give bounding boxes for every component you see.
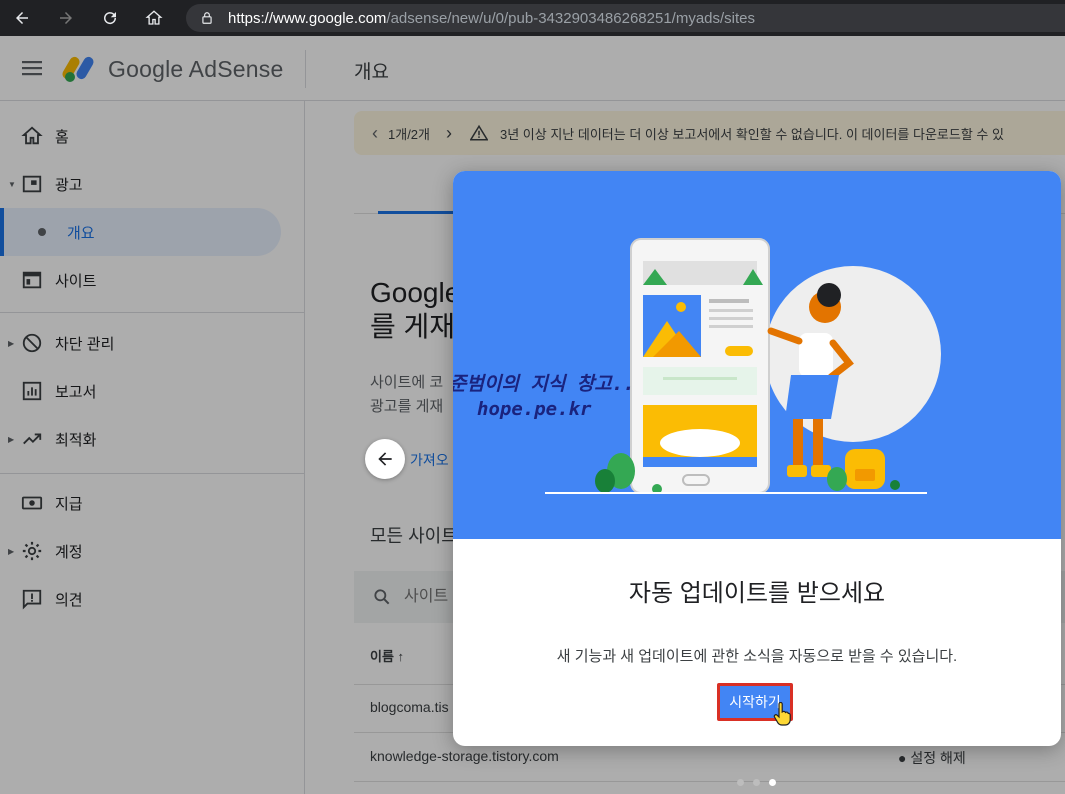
slide-pager	[737, 779, 776, 786]
phone-woman-illustration-icon	[545, 238, 941, 494]
arrow-left-icon	[378, 452, 392, 466]
browser-toolbar: https://www.google.com/adsense/new/u/0/p…	[0, 0, 1065, 36]
dialog-title: 자동 업데이트를 받으세요	[628, 580, 886, 607]
pager-dot[interactable]	[737, 779, 744, 786]
watermark-line2: hope.pe.kr	[477, 398, 592, 420]
modal-scrim-header	[0, 36, 1065, 101]
url-path: /adsense/new/u/0/pub-3432903486268251/my…	[386, 9, 756, 27]
hand-cursor-icon	[773, 702, 791, 726]
back-button[interactable]	[0, 0, 44, 36]
pager-dot[interactable]	[753, 779, 760, 786]
reload-icon	[104, 12, 117, 25]
dialog-description: 새 기능과 새 업데이트에 관한 소식을 자동으로 받을 수 있습니다.	[556, 648, 958, 665]
arrow-left-icon	[16, 12, 28, 24]
reload-button[interactable]	[88, 0, 132, 36]
hero-illustration: 준범이의 지식 창고.. hope.pe.kr	[453, 171, 1061, 539]
previous-slide-button[interactable]	[365, 439, 405, 479]
home-icon	[145, 10, 163, 25]
lock-icon	[202, 12, 212, 24]
arrow-right-icon	[60, 12, 72, 24]
pager-dot-active[interactable]	[769, 779, 776, 786]
url-host: https://www.google.com	[228, 9, 387, 27]
url-text: https://www.google.com/adsense/new/u/0/p…	[228, 10, 755, 27]
home-button[interactable]	[132, 0, 176, 36]
forward-button[interactable]	[44, 0, 88, 36]
onboarding-dialog: 준범이의 지식 창고.. hope.pe.kr 자동 업데이트를 받으세요 새 …	[453, 171, 1061, 746]
address-bar[interactable]: https://www.google.com/adsense/new/u/0/p…	[186, 4, 1065, 32]
watermark-line1: 준범이의 지식 창고..	[453, 373, 635, 395]
